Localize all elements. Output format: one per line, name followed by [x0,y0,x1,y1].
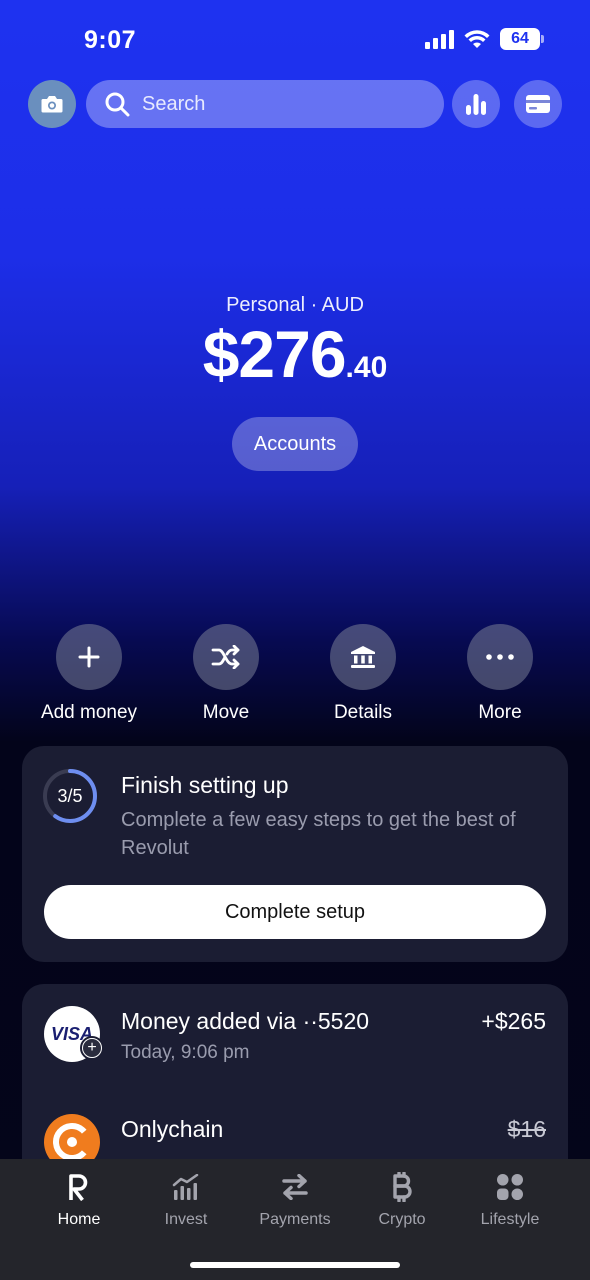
setup-card: 3/5 Finish setting up Complete a few eas… [22,746,568,962]
tab-lifestyle[interactable]: Lifestyle [455,1171,565,1229]
balance-cents: .40 [345,351,388,384]
action-label: More [478,702,522,723]
tab-label: Home [57,1211,101,1228]
cellular-signal-icon [425,29,454,49]
action-label: Move [202,702,250,723]
battery-icon: 64 [500,28,544,50]
tab-payments[interactable]: Payments [240,1171,350,1229]
add-badge-icon: + [80,1036,104,1060]
status-icons: 64 [425,28,544,50]
account-label: Personal · AUD [226,294,364,316]
cards-button[interactable] [514,80,562,128]
transaction-title: Money added via ··5520 [121,1008,370,1034]
plus-icon [56,624,122,690]
bitcoin-icon [347,1171,457,1203]
balance-amount: $276.40 [0,321,590,387]
setup-description: Complete a few easy steps to get the bes… [121,809,516,859]
tab-label: Lifestyle [480,1211,540,1228]
setup-progress-text: 3/5 [57,786,83,806]
tab-home[interactable]: Home [24,1171,134,1229]
top-bar: Search [28,80,564,128]
tab-label: Payments [259,1211,331,1228]
lifestyle-grid-icon [455,1171,565,1203]
status-bar: 9:07 64 [0,0,590,80]
more-button[interactable]: More [430,624,570,724]
setup-title: Finish setting up [121,772,289,798]
add-money-button[interactable]: Add money [19,624,159,724]
more-icon [467,624,533,690]
analytics-button[interactable] [452,80,500,128]
transaction-row[interactable]: VISA + Money added via ··5520 Today, 9:0… [22,1006,568,1086]
bank-icon [330,624,396,690]
transaction-title: Onlychain [121,1116,224,1142]
transaction-amount: $16 [507,1116,546,1142]
accounts-button[interactable]: Accounts [231,417,359,471]
action-label: Add money [40,702,138,723]
invest-chart-icon [131,1171,241,1203]
camera-button[interactable] [28,80,76,128]
quick-actions: Add money Move Details More [0,624,590,734]
action-label: Details [333,702,393,723]
shuffle-icon [193,624,259,690]
wifi-icon [464,30,490,48]
complete-setup-button[interactable]: Complete setup [44,885,546,939]
move-button[interactable]: Move [156,624,296,724]
home-indicator [190,1262,400,1268]
transaction-amount: +$265 [481,1008,546,1034]
tab-label: Invest [164,1211,208,1228]
transaction-subtitle: Today, 9:06 pm [121,1042,250,1063]
search-icon [105,92,130,117]
revolut-r-icon [24,1171,134,1203]
balance-main: $276 [202,317,347,391]
status-time: 9:07 [84,26,137,54]
card-icon [526,95,550,113]
details-button[interactable]: Details [293,624,433,724]
bar-chart-icon [466,94,486,115]
balance-section: Personal · AUD $276.40 Accounts [0,294,590,471]
tab-label: Crypto [378,1211,426,1228]
transfer-arrows-icon [240,1171,350,1203]
tab-crypto[interactable]: Crypto [347,1171,457,1229]
search-placeholder: Search [142,92,206,115]
search-input[interactable]: Search [86,80,444,128]
tab-invest[interactable]: Invest [131,1171,241,1229]
camera-icon [41,96,63,113]
